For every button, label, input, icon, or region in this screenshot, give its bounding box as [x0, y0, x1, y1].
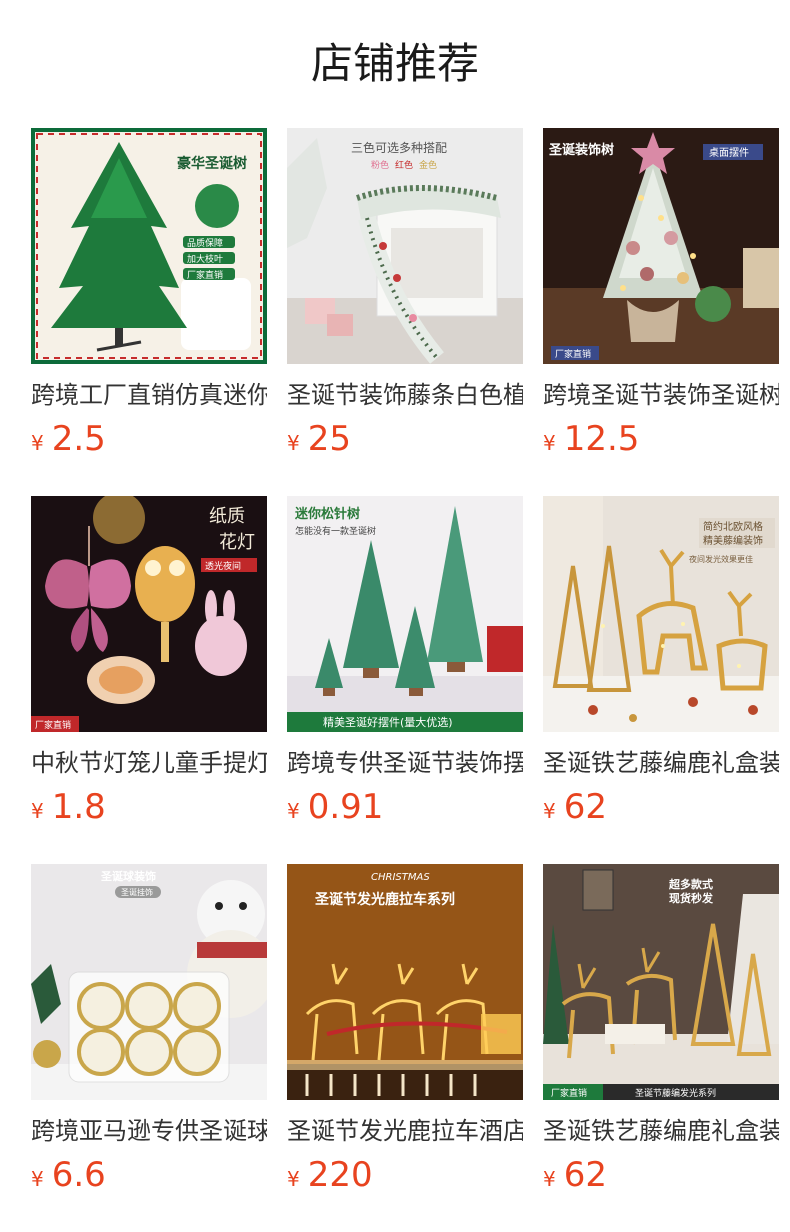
- image-caption: 厂家直销: [551, 1087, 587, 1099]
- image-caption: 粉色: [371, 159, 389, 171]
- price-value: 62: [563, 1155, 607, 1195]
- currency-symbol: ¥: [287, 1167, 300, 1191]
- product-image[interactable]: 超多款式 现货秒发 厂家直销 圣诞节藤编发光系列: [543, 864, 779, 1100]
- image-caption: 加大枝叶: [187, 253, 223, 265]
- price-value: 1.8: [51, 787, 106, 827]
- product-price: ¥0.91: [287, 787, 523, 827]
- product-name[interactable]: 圣诞节发光鹿拉车酒店: [287, 1114, 523, 1148]
- product-name[interactable]: 跨境专供圣诞节装饰摆件: [287, 746, 523, 780]
- product-image[interactable]: 圣诞装饰树 桌面摆件 厂家直销: [543, 128, 779, 364]
- product-grid: 豪华圣诞树 品质保障 加大枝叶 厂家直销 跨境工厂直销仿真迷你 ¥2.5 三色可…: [31, 128, 779, 1232]
- product-card[interactable]: 简约北欧风格 精美藤编装饰 夜间发光效果更佳 圣诞铁艺藤编鹿礼盒装 ¥62: [543, 496, 779, 864]
- reindeer-icon: 简约北欧风格 精美藤编装饰 夜间发光效果更佳: [543, 496, 779, 732]
- image-caption: 圣诞节发光鹿拉车系列: [314, 891, 455, 908]
- currency-symbol: ¥: [543, 1167, 556, 1191]
- image-caption: 怎能没有一款圣诞树: [295, 525, 376, 537]
- product-name[interactable]: 中秋节灯笼儿童手提灯: [31, 746, 267, 780]
- image-caption: 品质保障: [187, 237, 223, 249]
- product-card[interactable]: 迷你松针树 怎能没有一款圣诞树 精美圣诞好摆件(量大优选) 跨境专供圣诞节装饰摆…: [287, 496, 523, 864]
- product-card[interactable]: 圣诞装饰树 桌面摆件 厂家直销 跨境圣诞节装饰圣诞树 ¥12.5: [543, 128, 779, 496]
- store-recommendation-page: 店铺推荐 豪华圣诞树 品质保障 加大枝叶 厂家直销 跨境工厂直销仿真迷你 ¥ 2…: [0, 0, 790, 1232]
- product-image[interactable]: CHRISTMAS 圣诞节发光鹿拉车系列: [287, 864, 523, 1100]
- image-caption: 迷你松针树: [294, 506, 360, 522]
- product-card[interactable]: 三色可选多种搭配 粉色 红色 金色 圣诞节装饰藤条白色植绒 ¥25: [287, 128, 523, 496]
- product-name[interactable]: 圣诞铁艺藤编鹿礼盒装: [543, 1114, 779, 1148]
- product-image[interactable]: 纸质 花灯 透光夜间 厂家直销: [31, 496, 267, 732]
- christmas-tree-icon: 圣诞装饰树 桌面摆件 厂家直销: [543, 128, 779, 364]
- garland-icon: 三色可选多种搭配 粉色 红色 金色: [287, 128, 523, 364]
- image-caption: 三色可选多种搭配: [351, 141, 447, 155]
- image-caption: 圣诞装饰树: [549, 142, 614, 158]
- product-price: ¥62: [543, 1155, 779, 1195]
- price-value: 62: [563, 787, 607, 827]
- product-price: ¥1.8: [31, 787, 267, 827]
- product-price: ¥25: [287, 419, 523, 459]
- reindeer-sleigh-icon: CHRISTMAS 圣诞节发光鹿拉车系列: [287, 864, 523, 1100]
- product-card[interactable]: 圣诞球装饰 圣诞挂饰 跨境亚马逊专供圣诞球 ¥6.6: [31, 864, 267, 1232]
- image-caption: CHRISTMAS: [371, 872, 430, 883]
- currency-symbol: ¥: [31, 799, 44, 823]
- price-value: 6.6: [51, 1155, 106, 1195]
- image-caption: 豪华圣诞树: [177, 155, 247, 172]
- image-caption: 厂家直销: [555, 348, 591, 360]
- product-image[interactable]: 简约北欧风格 精美藤编装饰 夜间发光效果更佳: [543, 496, 779, 732]
- image-caption: 现货秒发: [669, 891, 714, 905]
- christmas-tree-icon: 豪华圣诞树 品质保障 加大枝叶 厂家直销: [31, 128, 267, 364]
- product-image[interactable]: 圣诞球装饰 圣诞挂饰: [31, 864, 267, 1100]
- price-value: 25: [307, 419, 351, 459]
- pine-tree-icon: 迷你松针树 怎能没有一款圣诞树 精美圣诞好摆件(量大优选): [287, 496, 523, 732]
- image-caption: 夜间发光效果更佳: [689, 554, 753, 564]
- product-price: ¥220: [287, 1155, 523, 1195]
- page-title: 店铺推荐: [310, 39, 479, 88]
- lantern-icon: 纸质 花灯 透光夜间 厂家直销: [31, 496, 267, 732]
- ornament-ball-icon: 圣诞球装饰 圣诞挂饰: [31, 864, 267, 1100]
- image-caption: 红色: [395, 159, 413, 171]
- image-caption: 厂家直销: [35, 719, 71, 731]
- image-caption: 花灯: [219, 532, 255, 553]
- currency-symbol: ¥: [287, 799, 300, 823]
- image-caption: 超多款式: [668, 877, 713, 891]
- product-price: ¥6.6: [31, 1155, 267, 1195]
- product-image[interactable]: 迷你松针树 怎能没有一款圣诞树 精美圣诞好摆件(量大优选): [287, 496, 523, 732]
- currency-symbol: ¥: [543, 431, 556, 455]
- currency-symbol: ¥: [287, 431, 300, 455]
- product-image[interactable]: 三色可选多种搭配 粉色 红色 金色: [287, 128, 523, 364]
- product-card[interactable]: 豪华圣诞树 品质保障 加大枝叶 厂家直销 跨境工厂直销仿真迷你 ¥2.5: [31, 128, 267, 496]
- product-card[interactable]: 纸质 花灯 透光夜间 厂家直销 中秋节灯笼儿童手提灯 ¥1.8: [31, 496, 267, 864]
- product-card[interactable]: 超多款式 现货秒发 厂家直销 圣诞节藤编发光系列 圣诞铁艺藤编鹿礼盒装 ¥62: [543, 864, 779, 1232]
- image-caption: 透光夜间: [205, 560, 241, 572]
- product-name[interactable]: 圣诞节装饰藤条白色植绒: [287, 378, 523, 412]
- image-caption: 精美藤编装饰: [703, 534, 763, 547]
- product-image[interactable]: 豪华圣诞树 品质保障 加大枝叶 厂家直销: [31, 128, 267, 364]
- image-caption: 圣诞节藤编发光系列: [635, 1087, 716, 1099]
- currency-symbol: ¥: [31, 1167, 44, 1191]
- image-caption: 圣诞挂饰: [121, 887, 153, 897]
- image-caption: 简约北欧风格: [703, 520, 763, 533]
- image-caption: 桌面摆件: [709, 146, 749, 159]
- product-price: ¥62: [543, 787, 779, 827]
- product-name[interactable]: 跨境圣诞节装饰圣诞树: [543, 378, 779, 412]
- product-name[interactable]: 跨境工厂直销仿真迷你: [31, 378, 267, 412]
- price-value: 0.91: [307, 787, 384, 827]
- currency-symbol: ¥: [31, 431, 44, 455]
- image-caption: 金色: [419, 159, 437, 171]
- product-price: ¥2.5: [31, 419, 267, 459]
- image-caption: 厂家直销: [187, 269, 223, 281]
- price-value: 12.5: [563, 419, 640, 459]
- image-caption: 圣诞球装饰: [100, 869, 156, 883]
- price-value: 2.5: [51, 419, 106, 459]
- product-name[interactable]: 跨境亚马逊专供圣诞球: [31, 1114, 267, 1148]
- price-value: 220: [307, 1155, 373, 1195]
- reindeer-icon: 超多款式 现货秒发 厂家直销 圣诞节藤编发光系列: [543, 864, 779, 1100]
- product-card[interactable]: CHRISTMAS 圣诞节发光鹿拉车系列 圣诞节发光鹿拉车酒店 ¥220: [287, 864, 523, 1232]
- image-caption: 精美圣诞好摆件(量大优选): [323, 715, 453, 729]
- product-price: ¥12.5: [543, 419, 779, 459]
- image-caption: 纸质: [209, 506, 245, 527]
- product-name[interactable]: 圣诞铁艺藤编鹿礼盒装: [543, 746, 779, 780]
- currency-symbol: ¥: [543, 799, 556, 823]
